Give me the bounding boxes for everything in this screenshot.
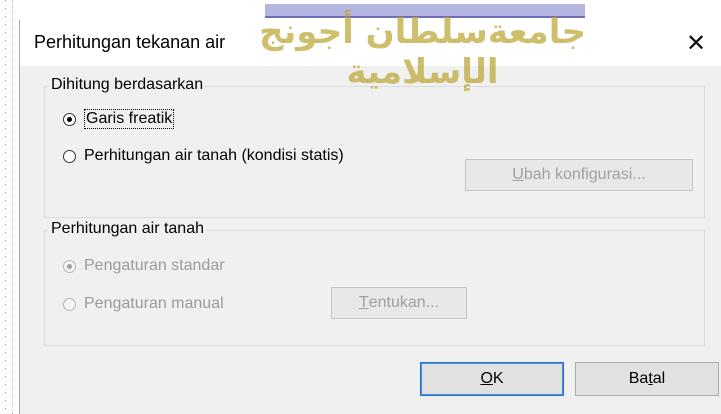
groundwater-calculation-legend: Perhitungan air tanah <box>49 220 206 238</box>
radio-manual-settings[interactable]: Pengaturan manual <box>63 295 224 313</box>
cancel-button[interactable]: Ba t al <box>575 362 719 396</box>
radio-button-icon[interactable] <box>63 259 76 273</box>
ok-mnemonic: O <box>480 370 493 387</box>
dialog-title: Perhitungan tekanan air <box>34 32 226 52</box>
radio-button-icon[interactable] <box>63 297 76 311</box>
ok-button[interactable]: OK <box>420 362 564 396</box>
cancel-label-rest: al <box>652 370 666 387</box>
close-button[interactable]: ✕ <box>678 26 714 60</box>
radio-standard-settings[interactable]: Pengaturan standar <box>63 257 225 275</box>
change-configuration-mnemonic: U <box>512 166 524 183</box>
close-icon: ✕ <box>685 29 707 57</box>
calculation-basis-legend: Dihitung berdasarkan <box>49 76 206 94</box>
calculation-basis-group: Dihitung berdasarkan Garis freatik Perhi… <box>44 76 705 218</box>
radio-phreatic-line-label: Garis freatik <box>84 109 175 129</box>
radio-groundwater-calculation-label: Perhitungan air tanah (kondisi statis) <box>84 147 344 164</box>
radio-button-icon[interactable] <box>63 112 76 126</box>
radio-standard-settings-label: Pengaturan standar <box>84 257 225 274</box>
radio-button-icon[interactable] <box>63 149 76 163</box>
radio-groundwater-calculation[interactable]: Perhitungan air tanah (kondisi statis) <box>63 147 344 165</box>
define-button[interactable]: Tentukan... <box>331 287 467 319</box>
title-bar: Perhitungan tekanan air ✕ <box>20 20 721 66</box>
define-label: entukan... <box>368 294 440 311</box>
change-configuration-button[interactable]: Ubah konfigurasi... <box>465 159 693 191</box>
radio-manual-settings-label: Pengaturan manual <box>84 295 224 312</box>
radio-phreatic-line[interactable]: Garis freatik <box>63 109 175 129</box>
cancel-label-pre: Ba <box>628 370 649 387</box>
change-configuration-label: bah konfigurasi... <box>523 166 646 183</box>
watermark-bar <box>265 4 585 18</box>
define-mnemonic: T <box>358 294 369 311</box>
water-pressure-dialog: Perhitungan tekanan air ✕ Dihitung berda… <box>19 20 721 414</box>
ok-label: K <box>492 370 504 387</box>
groundwater-calculation-group: Perhitungan air tanah Pengaturan standar… <box>44 220 705 346</box>
left-ruler-strip <box>0 0 13 414</box>
